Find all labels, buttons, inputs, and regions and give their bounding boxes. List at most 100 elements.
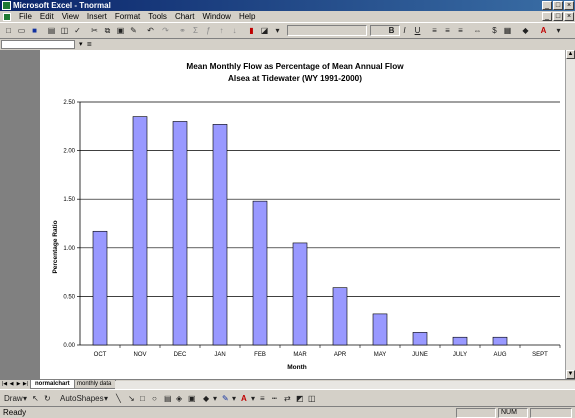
clipart-icon[interactable]: ▣ xyxy=(188,393,196,404)
print-icon[interactable]: ▤ xyxy=(46,25,57,36)
vertical-scrollbar[interactable]: ▲ ▼ xyxy=(565,50,575,379)
menu-insert[interactable]: Insert xyxy=(83,11,111,23)
doc-restore-button[interactable]: □ xyxy=(553,12,563,21)
x-tick-label: JAN xyxy=(214,352,225,358)
free-rotate-icon[interactable]: ↻ xyxy=(44,393,51,404)
font-color-draw-icon[interactable]: A xyxy=(241,393,247,404)
status-cell-blank-2 xyxy=(530,408,572,418)
menu-window[interactable]: Window xyxy=(199,11,235,23)
next-sheet-icon[interactable]: ▶ xyxy=(15,380,22,389)
oval-icon[interactable]: ○ xyxy=(152,393,157,404)
chart-page[interactable]: Mean Monthly Flow as Percentage of Mean … xyxy=(40,50,565,379)
font-color-icon[interactable]: A xyxy=(538,25,549,36)
autoshapes-menu-button[interactable]: AutoShapes xyxy=(60,393,104,404)
draw-menu-button[interactable]: Draw xyxy=(4,393,23,404)
drawing-icon[interactable]: ◪ xyxy=(259,25,270,36)
prev-sheet-icon[interactable]: ◀ xyxy=(8,380,15,389)
close-button[interactable]: × xyxy=(564,1,574,10)
arrow-icon[interactable]: ↘ xyxy=(128,393,135,404)
borders-icon[interactable]: ▦ xyxy=(502,25,513,36)
horizontal-scrollbar[interactable] xyxy=(115,381,575,389)
y-tick-label: 0.00 xyxy=(63,343,75,349)
wordart-icon[interactable]: ◈ xyxy=(176,393,182,404)
italic-icon[interactable]: I xyxy=(399,25,410,36)
sort-ascending-icon[interactable]: ↑ xyxy=(216,25,227,36)
save-icon[interactable]: ■ xyxy=(29,25,40,36)
menu-edit[interactable]: Edit xyxy=(36,11,58,23)
cut-icon[interactable]: ✂ xyxy=(89,25,100,36)
merge-center-icon[interactable]: ⇔ xyxy=(472,25,483,36)
font-color-draw-dropdown-icon[interactable]: ▾ xyxy=(251,393,255,404)
line-color-icon[interactable]: ✎ xyxy=(222,393,229,404)
open-icon[interactable]: ▭ xyxy=(16,25,27,36)
align-center-icon[interactable]: ≡ xyxy=(442,25,453,36)
name-box[interactable] xyxy=(1,40,75,49)
sort-descending-icon[interactable]: ↓ xyxy=(229,25,240,36)
sheet-tab-normalchart[interactable]: normalchart xyxy=(30,380,75,389)
format-painter-icon[interactable]: ✎ xyxy=(128,25,139,36)
y-axis-label: Percentage Ratio xyxy=(52,220,59,273)
menu-view[interactable]: View xyxy=(58,11,83,23)
line-style-icon[interactable]: ≡ xyxy=(260,393,265,404)
align-left-icon[interactable]: ≡ xyxy=(429,25,440,36)
line-icon[interactable]: ╲ xyxy=(116,393,121,404)
arrow-style-icon[interactable]: ⇄ xyxy=(284,393,291,404)
redo-icon[interactable]: ↷ xyxy=(160,25,171,36)
zoom-dropdown-icon[interactable]: ▾ xyxy=(272,25,283,36)
fill-color-draw-icon[interactable]: ◆ xyxy=(203,393,209,404)
workbook-icon[interactable] xyxy=(3,13,11,21)
print-preview-icon[interactable]: ◫ xyxy=(59,25,70,36)
menu-file[interactable]: File xyxy=(15,11,36,23)
scroll-up-icon[interactable]: ▲ xyxy=(566,50,575,59)
y-tick-label: 2.00 xyxy=(63,149,75,155)
scroll-down-icon[interactable]: ▼ xyxy=(566,370,575,379)
3d-icon[interactable]: ◫ xyxy=(308,393,316,404)
first-sheet-icon[interactable]: |◀ xyxy=(1,380,8,389)
doc-minimize-button[interactable]: _ xyxy=(542,12,552,21)
fill-color-dropdown-icon[interactable]: ▾ xyxy=(213,393,217,404)
textbox-icon[interactable]: ▤ xyxy=(164,393,172,404)
menu-format[interactable]: Format xyxy=(111,11,144,23)
underline-icon[interactable]: U xyxy=(412,25,423,36)
menu-help[interactable]: Help xyxy=(235,11,259,23)
excel-app-icon[interactable] xyxy=(2,1,11,10)
name-box-dropdown-icon[interactable]: ▾ xyxy=(79,39,83,50)
new-icon[interactable]: □ xyxy=(3,25,14,36)
chart-svg[interactable]: Mean Monthly Flow as Percentage of Mean … xyxy=(40,50,565,379)
fill-color-icon[interactable]: ◆ xyxy=(520,25,531,36)
line-color-dropdown-icon[interactable]: ▾ xyxy=(232,393,236,404)
copy-icon[interactable]: ⧉ xyxy=(102,25,113,36)
font-name-dropdown[interactable] xyxy=(287,25,367,36)
bold-icon[interactable]: B xyxy=(386,25,397,36)
font-color-dropdown-icon[interactable]: ▾ xyxy=(553,25,564,36)
paste-icon[interactable]: ▣ xyxy=(115,25,126,36)
status-bar: Ready NUM xyxy=(0,406,575,418)
menu-chart[interactable]: Chart xyxy=(171,11,199,23)
last-sheet-icon[interactable]: ▶| xyxy=(22,380,29,389)
sheet-tab-monthly-data[interactable]: monthly data xyxy=(72,380,117,389)
chart-wizard-icon[interactable]: ▮ xyxy=(246,25,257,36)
spelling-icon[interactable]: ✓ xyxy=(72,25,83,36)
sheet-tab-bar: |◀ ◀ ▶ ▶| normalchart monthly data xyxy=(0,379,575,389)
draw-menu-dropdown-icon[interactable]: ▾ xyxy=(23,393,27,404)
autoshapes-dropdown-icon[interactable]: ▾ xyxy=(104,393,108,404)
x-tick-label: OCT xyxy=(94,352,107,358)
minimize-button[interactable]: _ xyxy=(542,1,552,10)
formula-equals-icon[interactable]: = xyxy=(87,39,92,50)
bar xyxy=(412,332,428,346)
currency-icon[interactable]: $ xyxy=(489,25,500,36)
function-icon[interactable]: ƒ xyxy=(203,25,214,36)
doc-close-button[interactable]: × xyxy=(564,12,574,21)
x-tick-label: DEC xyxy=(174,352,187,358)
menu-tools[interactable]: Tools xyxy=(144,11,171,23)
shadow-icon[interactable]: ◩ xyxy=(296,393,304,404)
autosum-icon[interactable]: Σ xyxy=(190,25,201,36)
maximize-button[interactable]: □ xyxy=(553,1,563,10)
hyperlink-icon[interactable]: ⚭ xyxy=(177,25,188,36)
y-tick-label: 2.50 xyxy=(63,100,75,106)
align-right-icon[interactable]: ≡ xyxy=(455,25,466,36)
rectangle-icon[interactable]: □ xyxy=(140,393,145,404)
dash-style-icon[interactable]: ┅ xyxy=(272,393,277,404)
select-objects-icon[interactable]: ↖ xyxy=(32,393,39,404)
undo-icon[interactable]: ↶ xyxy=(145,25,156,36)
